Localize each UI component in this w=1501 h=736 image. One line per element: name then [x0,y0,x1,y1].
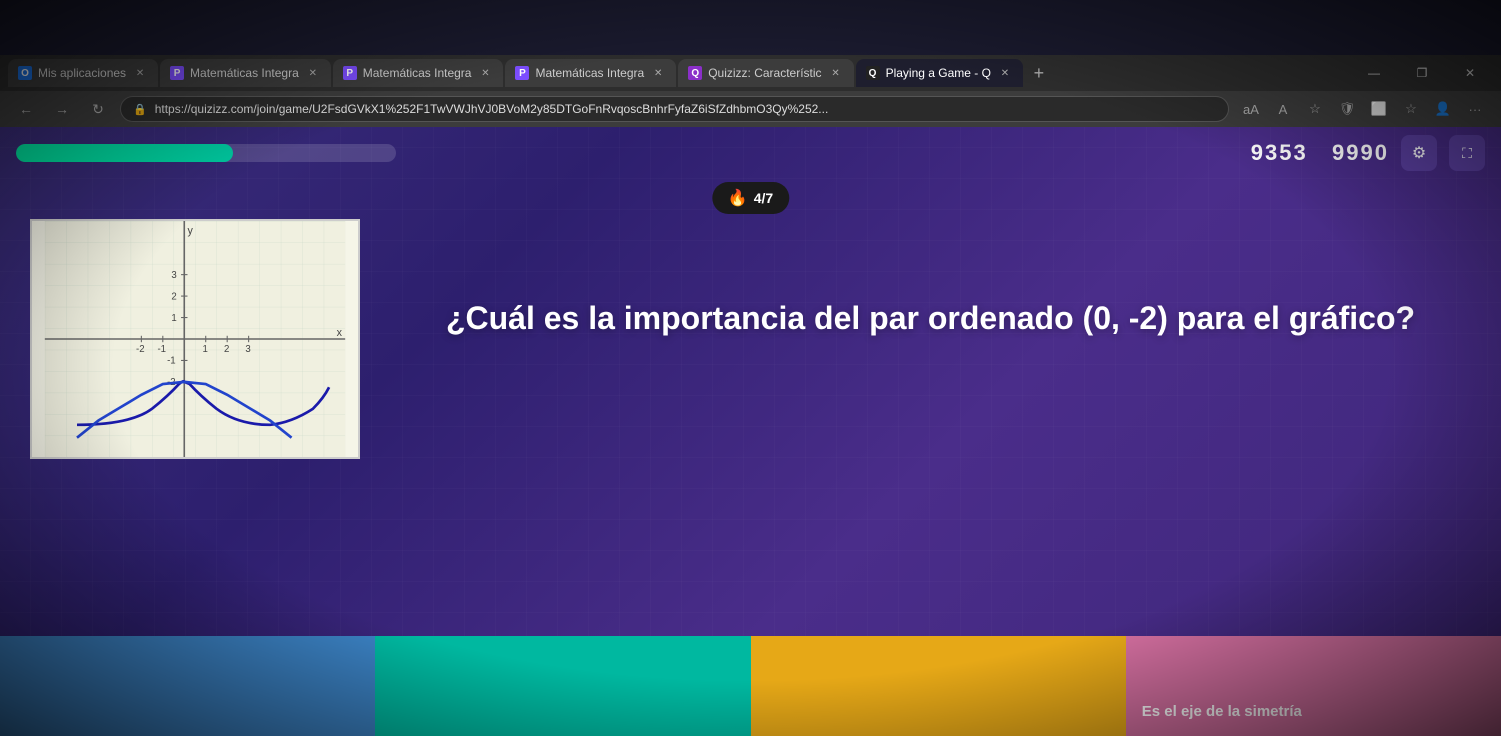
svg-text:-1: -1 [167,356,176,367]
tab-close-mat1[interactable]: ✕ [305,65,321,81]
add-tab-button[interactable]: + [1025,59,1053,87]
graph-svg: x y 1 2 3 -1 -2 1 2 [32,221,358,457]
tab-mis-aplicaciones[interactable]: O Mis aplicaciones ✕ [8,59,158,87]
tab-close-mat3[interactable]: ✕ [650,65,666,81]
tab-button[interactable]: ⬜ [1365,95,1393,123]
tab-bar: O Mis aplicaciones ✕ P Matemáticas Integ… [0,55,1501,91]
score-left: 9353 [1251,140,1308,165]
refresh-button[interactable]: ↻ [84,95,112,123]
tab-favicon-mat1: P [170,66,184,80]
tab-close-playing[interactable]: ✕ [997,65,1013,81]
browser-chrome: O Mis aplicaciones ✕ P Matemáticas Integ… [0,55,1501,127]
url-text: https://quizizz.com/join/game/U2FsdGVkX1… [155,102,829,116]
flame-icon: 🔥 [728,188,748,208]
tab-label-mat3: Matemáticas Integra [535,66,644,80]
fav-button[interactable]: ☆ [1397,95,1425,123]
favorites-button[interactable]: ☆ [1301,95,1329,123]
forward-button[interactable]: → [48,95,76,123]
graph-container: x y 1 2 3 -1 -2 1 2 [30,219,360,459]
svg-text:2: 2 [224,344,229,355]
maximize-button[interactable]: ❐ [1399,59,1445,87]
window-controls: — ❐ ✕ [1351,59,1493,87]
svg-text:3: 3 [245,344,250,355]
score-right: 9990 [1332,140,1389,165]
tab-matematicas-3[interactable]: P Matemáticas Integra ✕ [505,59,676,87]
back-button[interactable]: ← [12,95,40,123]
progress-bar-container [16,144,396,162]
tab-matematicas-2[interactable]: P Matemáticas Integra ✕ [333,59,504,87]
answer-option-c[interactable] [751,636,1126,736]
svg-text:3: 3 [171,270,176,281]
tab-label-mat1: Matemáticas Integra [190,66,299,80]
answer-option-d[interactable]: Es el eje de la simetría [1126,636,1501,736]
close-button[interactable]: ✕ [1447,59,1493,87]
score-area: 9353 9990 ⚙ ⛶ [1251,135,1485,171]
answer-text-d: Es el eje de la simetría [1142,703,1302,720]
tab-matematicas-1[interactable]: P Matemáticas Integra ✕ [160,59,331,87]
settings-button[interactable]: ⚙ [1401,135,1437,171]
svg-text:y: y [187,225,193,237]
url-bar[interactable]: 🔒 https://quizizz.com/join/game/U2FsdGVk… [120,96,1229,122]
question-text-area: ¿Cuál es la importancia del par ordenado… [390,219,1471,419]
tab-favicon-mat2: P [343,66,357,80]
address-bar: ← → ↻ 🔒 https://quizizz.com/join/game/U2… [0,91,1501,127]
fullscreen-button[interactable]: ⛶ [1449,135,1485,171]
read-a-button[interactable]: A [1269,95,1297,123]
answer-options: Es el eje de la simetría [0,636,1501,736]
browser-actions: aA A ☆ 🛡 ⬜ ☆ 👤 ··· [1237,95,1489,123]
question-counter-label: 4/7 [754,190,773,206]
tab-favicon-mis-aplicaciones: O [18,66,32,80]
answer-option-a[interactable] [0,636,375,736]
svg-text:2: 2 [171,291,176,302]
question-area: x y 1 2 3 -1 -2 1 2 [0,199,1501,479]
tab-quizizz-caract[interactable]: Q Quizizz: Característic ✕ [678,59,853,87]
tab-label-playing: Playing a Game - Q [886,66,991,80]
tab-close-mat2[interactable]: ✕ [477,65,493,81]
read-aloud-button[interactable]: aA [1237,95,1265,123]
shield-button[interactable]: 🛡 [1333,95,1361,123]
progress-bar-fill [16,144,233,162]
tab-favicon-quizizz: Q [688,66,702,80]
svg-text:1: 1 [203,344,208,355]
tab-label-quizizz: Quizizz: Característic [708,66,821,80]
game-content: 9353 9990 ⚙ ⛶ 🔥 4/7 [0,127,1501,736]
svg-text:1: 1 [171,313,176,324]
game-topbar: 9353 9990 ⚙ ⛶ [0,127,1501,179]
user-button[interactable]: 👤 [1429,95,1457,123]
tab-favicon-mat3: P [515,66,529,80]
tab-favicon-playing: Q [866,66,880,80]
answer-option-b[interactable] [375,636,750,736]
svg-text:-1: -1 [157,344,166,355]
svg-text:x: x [337,327,343,339]
more-button[interactable]: ··· [1461,95,1489,123]
question-text: ¿Cuál es la importancia del par ordenado… [446,298,1415,340]
tab-close-mis-aplicaciones[interactable]: ✕ [132,65,148,81]
minimize-button[interactable]: — [1351,59,1397,87]
tab-label-mat2: Matemáticas Integra [363,66,472,80]
question-counter: 🔥 4/7 [712,182,789,214]
tab-close-quizizz[interactable]: ✕ [828,65,844,81]
tab-playing-game[interactable]: Q Playing a Game - Q ✕ [856,59,1023,87]
score-display: 9353 9990 [1251,140,1389,166]
lock-icon: 🔒 [133,103,147,116]
tab-label-mis-aplicaciones: Mis aplicaciones [38,66,126,80]
svg-text:-2: -2 [136,344,145,355]
